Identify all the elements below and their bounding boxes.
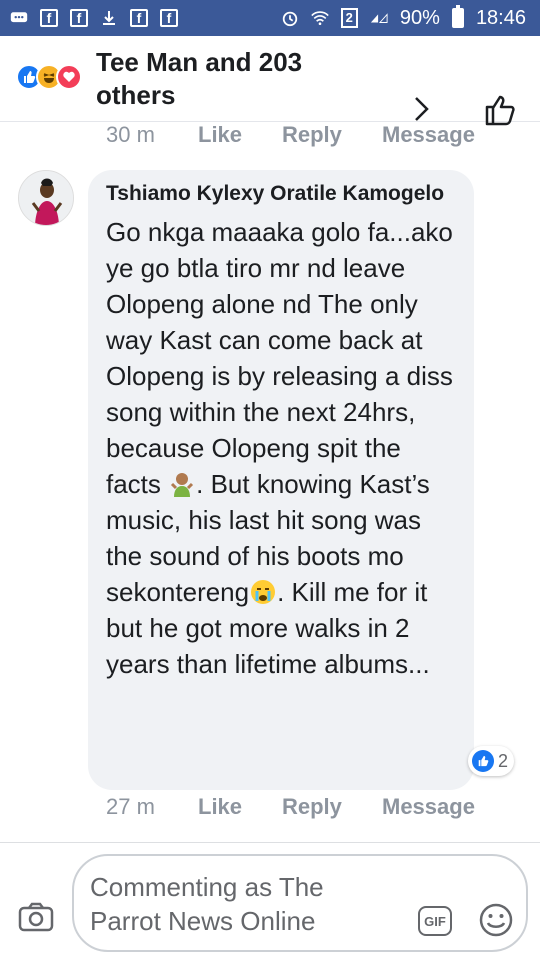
love-icon	[56, 64, 82, 90]
reply-button[interactable]: Reply	[282, 794, 382, 820]
notification-icons: f f f f	[10, 9, 178, 27]
sim-indicator: 2	[340, 8, 358, 28]
divider	[0, 842, 540, 843]
facebook-icon: f	[40, 9, 58, 27]
system-icons: 2 90% 18:46	[281, 5, 526, 30]
battery-icon	[451, 5, 464, 28]
comment-input-placeholder: Commenting as The Parrot News Online	[90, 872, 324, 936]
download-icon	[100, 9, 118, 27]
battery-percent: 90%	[399, 6, 440, 29]
facebook-icon: f	[70, 9, 88, 27]
crying-emoji-icon	[249, 578, 277, 606]
previous-comment-actions: 30 m Like Reply Message	[106, 122, 475, 148]
reply-button[interactable]: Reply	[282, 122, 382, 148]
status-bar: f f f f 2 90% 18:46	[0, 0, 540, 36]
avatar[interactable]	[18, 170, 74, 226]
message-button[interactable]: Message	[382, 122, 475, 148]
clock: 18:46	[475, 6, 526, 29]
alarm-icon	[281, 9, 299, 27]
camera-icon[interactable]	[18, 902, 54, 937]
message-icon	[10, 9, 28, 27]
emoji-icon[interactable]	[478, 902, 514, 943]
comment-text-part: Go nkga maaaka golo fa...ako ye go btla …	[106, 217, 453, 499]
comment-time: 30 m	[106, 122, 155, 147]
comment-bubble[interactable]: Tshiamo Kylexy Oratile Kamogelo Go nkga …	[88, 170, 474, 790]
message-button[interactable]: Message	[382, 794, 475, 820]
comment-reaction-count[interactable]: 2	[468, 746, 515, 776]
facebook-icon: f	[130, 9, 148, 27]
like-button[interactable]: Like	[198, 794, 282, 820]
comments-header: Tee Man and 203 others	[0, 36, 540, 126]
reactors-title[interactable]: Tee Man and 203 others	[96, 46, 386, 112]
reaction-summary[interactable]	[16, 64, 82, 90]
like-button[interactable]: Like	[198, 122, 282, 148]
shrug-emoji-icon	[168, 470, 196, 498]
like-icon	[472, 750, 494, 772]
comment-actions: 27 m Like Reply Message	[106, 794, 475, 820]
gif-button[interactable]: GIF	[418, 906, 452, 936]
thumbs-up-icon[interactable]	[484, 94, 518, 131]
signal-icon	[370, 9, 388, 27]
comment-author[interactable]: Tshiamo Kylexy Oratile Kamogelo	[106, 180, 458, 208]
wifi-icon	[310, 9, 329, 27]
facebook-icon: f	[160, 9, 178, 27]
comment-text: Go nkga maaaka golo fa...ako ye go btla …	[106, 214, 458, 682]
comment-input[interactable]: Commenting as The Parrot News Online GIF	[72, 854, 528, 952]
comment-time: 27 m	[106, 794, 155, 819]
reaction-count-value: 2	[498, 750, 509, 771]
